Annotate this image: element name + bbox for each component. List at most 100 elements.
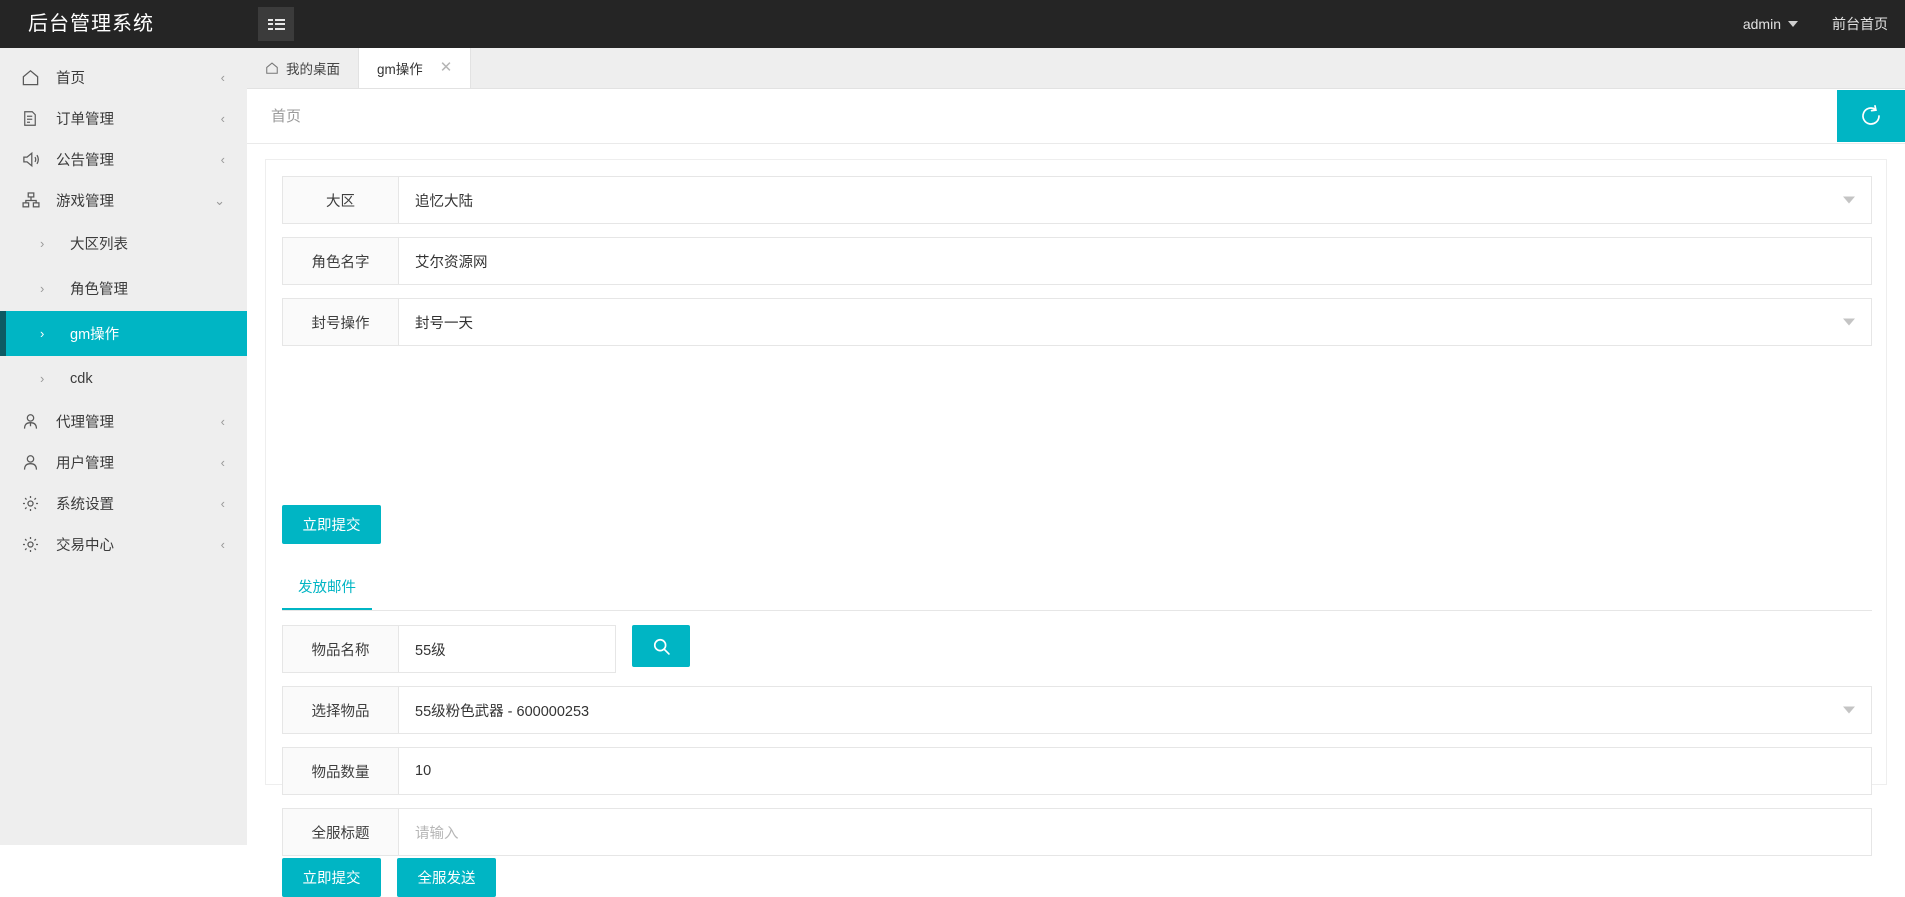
hamburger-bars — [268, 19, 285, 30]
sidebar-item-orders[interactable]: 订单管理 ‹ — [0, 98, 247, 139]
breadcrumb: 首页 — [271, 89, 301, 144]
select-item-select[interactable]: 55级粉色武器 - 600000253 — [399, 687, 1871, 733]
app-logo: 后台管理系统 — [28, 0, 154, 48]
sidebar-item-label: 交易中心 — [56, 534, 114, 555]
breadcrumb-bar: 首页 — [247, 89, 1905, 144]
hamburger-icon[interactable] — [258, 7, 294, 41]
field-row-ban-action[interactable]: 封号操作 封号一天 — [282, 298, 1872, 346]
gear-icon — [21, 535, 47, 554]
refresh-button[interactable] — [1837, 90, 1905, 142]
main-content: 大区 追忆大陆 角色名字 艾尔资源网 封号操作 封号一天 立即提交 发放邮件 — [247, 145, 1905, 845]
top-header: 后台管理系统 admin 前台首页 — [0, 0, 1905, 48]
field-label: 物品名称 — [283, 626, 399, 672]
home-icon — [265, 61, 279, 75]
sidebar-subitem-label: cdk — [70, 371, 93, 387]
user-icon — [21, 453, 47, 472]
chevron-right-icon: › — [40, 236, 54, 251]
ban-action-select[interactable]: 封号一天 — [399, 299, 1871, 345]
tab-gm-operations[interactable]: gm操作 ✕ — [358, 47, 471, 88]
close-icon[interactable]: ✕ — [440, 60, 453, 75]
home-icon — [21, 68, 47, 87]
sidebar-item-label: 订单管理 — [56, 108, 114, 129]
tab-label: 我的桌面 — [286, 58, 340, 78]
sidebar-item-label: 公告管理 — [56, 149, 114, 170]
item-name-value: 55级 — [415, 639, 446, 660]
sidebar-item-system-settings[interactable]: 系统设置 ‹ — [0, 483, 247, 524]
chevron-down-icon — [1788, 21, 1798, 27]
chevron-left-icon: ‹ — [221, 71, 225, 84]
item-name-input[interactable]: 55级 — [399, 626, 615, 672]
sidebar: 首页 ‹ 订单管理 ‹ 公告管理 ‹ — [0, 48, 247, 845]
refresh-icon — [1859, 104, 1883, 128]
chevron-left-icon: ‹ — [221, 112, 225, 125]
sidebar-item-user-management[interactable]: 用户管理 ‹ — [0, 442, 247, 483]
sidebar-item-cdk[interactable]: › cdk — [0, 356, 247, 401]
topbar-right-group: admin 前台首页 — [1726, 0, 1905, 48]
inner-tab-strip: 发放邮件 — [282, 567, 1872, 611]
chevron-down-icon — [1843, 319, 1855, 326]
megaphone-icon — [21, 150, 47, 169]
sidebar-item-trade-center[interactable]: 交易中心 ‹ — [0, 524, 247, 565]
field-row-item-quantity[interactable]: 物品数量 10 — [282, 747, 1872, 795]
role-name-value: 艾尔资源网 — [415, 251, 488, 272]
chevron-left-icon: ‹ — [221, 538, 225, 551]
tab-strip: 我的桌面 gm操作 ✕ — [247, 48, 1905, 89]
front-page-link[interactable]: 前台首页 — [1815, 0, 1905, 48]
chevron-down-icon — [1843, 707, 1855, 714]
front-page-label: 前台首页 — [1832, 0, 1888, 48]
field-label: 封号操作 — [283, 299, 399, 345]
item-quantity-value: 10 — [415, 763, 431, 779]
sitemap-icon — [21, 191, 47, 210]
role-name-input[interactable]: 艾尔资源网 — [399, 238, 1871, 284]
field-row-region[interactable]: 大区 追忆大陆 — [282, 176, 1872, 224]
global-title-input[interactable]: 请输入 — [399, 809, 1871, 855]
sidebar-item-agent-management[interactable]: 代理管理 ‹ — [0, 401, 247, 442]
tab-send-mail[interactable]: 发放邮件 — [282, 567, 372, 610]
chevron-left-icon: ‹ — [221, 415, 225, 428]
field-label: 物品数量 — [283, 748, 399, 794]
chevron-down-icon: ⌄ — [214, 194, 225, 207]
send-all-button[interactable]: 全服发送 — [397, 858, 496, 897]
field-label: 角色名字 — [283, 238, 399, 284]
sidebar-item-label: 代理管理 — [56, 411, 114, 432]
mail-submit-button[interactable]: 立即提交 — [282, 858, 381, 897]
user-menu[interactable]: admin — [1726, 0, 1815, 48]
select-item-value: 55级粉色武器 - 600000253 — [415, 700, 589, 721]
sidebar-item-game-management[interactable]: 游戏管理 ⌄ — [0, 180, 247, 221]
sidebar-item-label: 游戏管理 — [56, 190, 114, 211]
chevron-right-icon: › — [40, 281, 54, 296]
search-button[interactable] — [632, 625, 690, 667]
sidebar-item-role-management[interactable]: › 角色管理 — [0, 266, 247, 311]
field-row-global-title[interactable]: 全服标题 请输入 — [282, 808, 1872, 856]
search-icon — [651, 636, 672, 657]
document-icon — [21, 109, 47, 128]
field-label: 全服标题 — [283, 809, 399, 855]
sidebar-item-region-list[interactable]: › 大区列表 — [0, 221, 247, 266]
sidebar-subitem-label: gm操作 — [70, 323, 119, 344]
sidebar-item-home[interactable]: 首页 ‹ — [0, 57, 247, 98]
sidebar-item-announcements[interactable]: 公告管理 ‹ — [0, 139, 247, 180]
region-select[interactable]: 追忆大陆 — [399, 177, 1871, 223]
sidebar-item-label: 用户管理 — [56, 452, 114, 473]
region-select-value: 追忆大陆 — [415, 190, 473, 211]
field-row-item-name[interactable]: 物品名称 55级 — [282, 625, 616, 673]
field-label: 选择物品 — [283, 687, 399, 733]
chevron-down-icon — [1843, 197, 1855, 204]
tab-my-desktop[interactable]: 我的桌面 — [247, 47, 358, 88]
chevron-left-icon: ‹ — [221, 153, 225, 166]
field-row-role-name[interactable]: 角色名字 艾尔资源网 — [282, 237, 1872, 285]
sidebar-item-gm-operations[interactable]: › gm操作 — [0, 311, 247, 356]
item-quantity-input[interactable]: 10 — [399, 748, 1871, 794]
sidebar-item-label: 系统设置 — [56, 493, 114, 514]
ban-submit-button[interactable]: 立即提交 — [282, 505, 381, 544]
chevron-left-icon: ‹ — [221, 456, 225, 469]
sidebar-item-label: 首页 — [56, 67, 85, 88]
chevron-right-icon: › — [40, 326, 54, 341]
ban-action-value: 封号一天 — [415, 312, 473, 333]
gm-operations-card: 大区 追忆大陆 角色名字 艾尔资源网 封号操作 封号一天 立即提交 发放邮件 — [265, 159, 1887, 785]
global-title-placeholder: 请输入 — [415, 822, 459, 843]
gear-icon — [21, 494, 47, 513]
tab-label: gm操作 — [377, 58, 423, 78]
field-row-select-item[interactable]: 选择物品 55级粉色武器 - 600000253 — [282, 686, 1872, 734]
chevron-right-icon: › — [40, 371, 54, 386]
